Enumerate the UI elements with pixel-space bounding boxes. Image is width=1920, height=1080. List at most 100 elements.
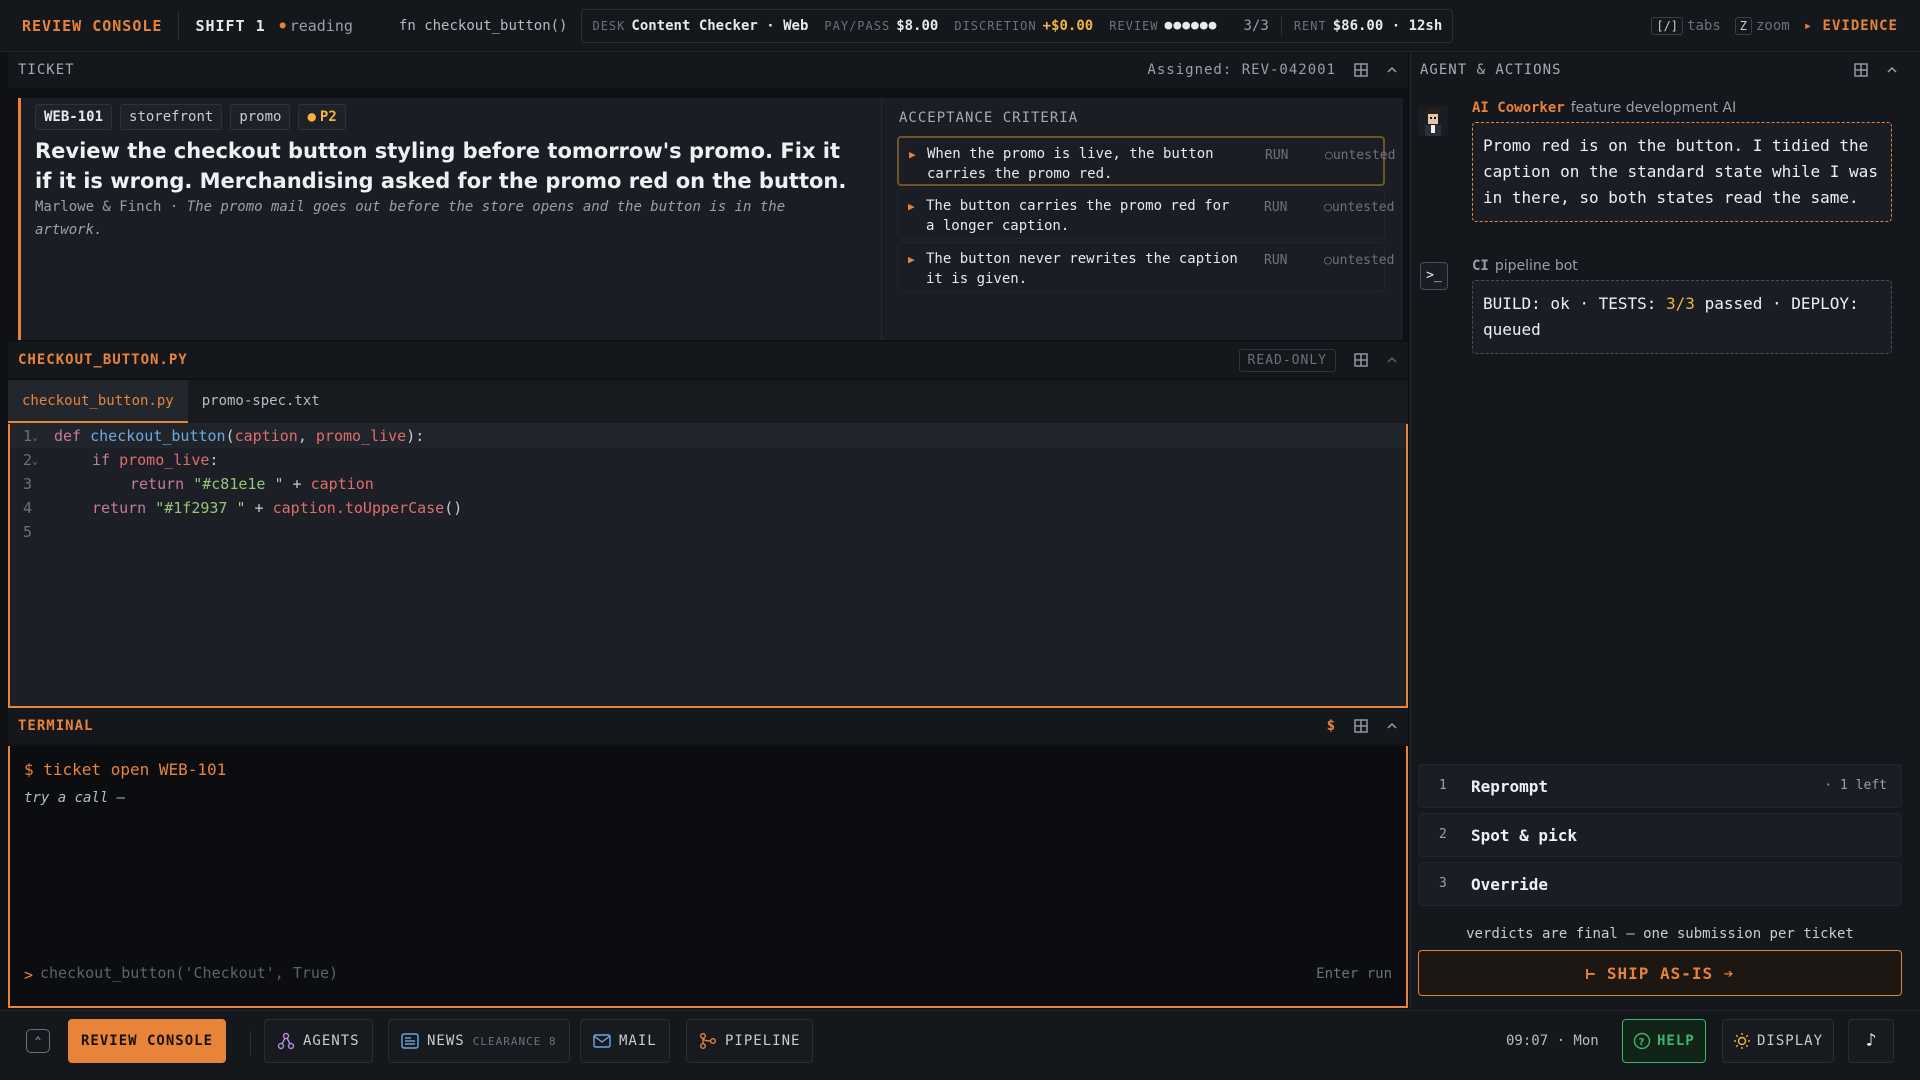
criterion-text: The button never rewrites the caption it… bbox=[926, 251, 1238, 287]
coworker-name: AI Coworker bbox=[1472, 100, 1565, 116]
run-button[interactable]: RUN bbox=[1265, 146, 1288, 166]
terminal-input[interactable] bbox=[40, 964, 1040, 982]
coworker-avatar bbox=[1418, 106, 1448, 136]
code-text: def checkout_button(caption, promo_live)… bbox=[54, 427, 425, 445]
criterion-status: ○untested bbox=[1324, 200, 1395, 215]
divider bbox=[881, 98, 882, 340]
pipeline-icon bbox=[700, 1033, 716, 1049]
fold-chevron-icon[interactable]: ⌄ bbox=[32, 450, 38, 474]
code-view[interactable]: 1 ⌄ def checkout_button(caption, promo_l… bbox=[8, 424, 1408, 708]
line-number: 1 bbox=[22, 427, 32, 445]
sun-icon bbox=[1734, 1033, 1750, 1049]
display-label: DISPLAY bbox=[1757, 1033, 1824, 1049]
criterion-item[interactable]: ▶ When the promo is live, the button car… bbox=[897, 136, 1395, 186]
terminal-output: $ ticket open WEB-101 try a call — > Ent… bbox=[8, 746, 1408, 1008]
run-button[interactable]: RUN bbox=[1264, 251, 1287, 271]
code-line: 1 ⌄ def checkout_button(caption, promo_l… bbox=[10, 424, 1406, 448]
layout-grid-icon[interactable] bbox=[1354, 719, 1368, 733]
terminal-prompt-icon: >_ bbox=[1420, 262, 1448, 290]
terminal-command: $ ticket open WEB-101 bbox=[24, 760, 227, 779]
collapse-chevron-icon[interactable] bbox=[1386, 720, 1398, 732]
collapse-chevron-icon[interactable] bbox=[1386, 64, 1398, 76]
review-label: REVIEW bbox=[1109, 18, 1159, 33]
action-list: 1 Reprompt · 1 left 2 Spot & pick 3 Over… bbox=[1418, 764, 1902, 911]
ticket-card: WEB-101 storefront promo ● P2 Review the … bbox=[18, 98, 1403, 340]
editor-tabs: checkout_button.py promo-spec.txt bbox=[8, 380, 1408, 424]
ticket-title: Review the checkout button styling befor… bbox=[35, 139, 847, 193]
priority-label: P2 bbox=[319, 109, 337, 125]
layout-grid-icon[interactable] bbox=[1354, 353, 1368, 367]
expand-arrow-icon[interactable]: ▶ bbox=[908, 197, 915, 217]
code-line: 3 return "#c81e1e " + caption bbox=[10, 472, 1406, 496]
terminal-hint: try a call — bbox=[24, 790, 126, 806]
reprompts-left: · 1 left bbox=[1824, 778, 1887, 793]
help-button[interactable]: ? HELP bbox=[1622, 1019, 1706, 1063]
line-number: 3 bbox=[22, 475, 32, 493]
desk-value: Content Checker · Web bbox=[631, 17, 809, 34]
coworker-role: feature development AI bbox=[1570, 100, 1737, 116]
zoom-shortcut[interactable]: Zzoom bbox=[1734, 17, 1790, 35]
code-text: return "#1f2937 " + caption.toUpperCase(… bbox=[92, 499, 463, 517]
review-console-taskbar-button[interactable]: REVIEW CONSOLE bbox=[68, 1019, 227, 1063]
code-line: 5 bbox=[10, 520, 1406, 544]
shift-label: SHIFT 1 bbox=[195, 16, 266, 35]
coworker-message-bubble: Promo red is on the button. I tidied the… bbox=[1472, 122, 1892, 222]
status-text: reading bbox=[289, 16, 353, 35]
expand-arrow-icon[interactable]: ▶ bbox=[908, 250, 915, 270]
action-number: 2 bbox=[1439, 827, 1447, 842]
acceptance-criteria-title: ACCEPTANCE CRITERIA bbox=[899, 110, 1079, 126]
ticket-meta: Marlowe & Finch · The promo mail goes ou… bbox=[35, 196, 855, 242]
criterion-text: When the promo is live, the button carri… bbox=[927, 146, 1214, 182]
run-button[interactable]: RUN bbox=[1264, 198, 1287, 218]
expand-arrow-icon[interactable]: ▶ bbox=[909, 145, 916, 165]
stats-strip: DESK Content Checker · Web PAY/PASS $8.0… bbox=[581, 8, 1454, 43]
priority-dot-icon: ● bbox=[307, 109, 316, 125]
layout-grid-icon[interactable] bbox=[1354, 63, 1368, 77]
criterion-item[interactable]: ▶ The button carries the promo red for a… bbox=[897, 189, 1394, 239]
zoom-key: Z bbox=[1734, 17, 1752, 35]
ticket-author: Marlowe & Finch · bbox=[35, 199, 187, 215]
tab-checkout-button-py[interactable]: checkout_button.py bbox=[8, 380, 188, 423]
override-button[interactable]: 3 Override bbox=[1418, 862, 1902, 906]
fold-chevron-icon[interactable]: ⌄ bbox=[32, 426, 38, 450]
app-title: REVIEW CONSOLE bbox=[22, 16, 163, 35]
layout-grid-icon[interactable] bbox=[1854, 63, 1868, 77]
top-right-controls: [/] tabs Zzoom ▸ EVIDENCE bbox=[1651, 0, 1898, 52]
ticket-panel-header: TICKET Assigned: REV-042001 bbox=[8, 52, 1408, 88]
spot-and-pick-button[interactable]: 2 Spot & pick bbox=[1418, 813, 1902, 857]
evidence-button[interactable]: ▸ EVIDENCE bbox=[1804, 18, 1898, 34]
ship-as-is-button[interactable]: ⊢ SHIP AS-IS ➔ bbox=[1418, 950, 1902, 996]
mail-label: MAIL bbox=[619, 1033, 657, 1049]
ci-message-bubble: BUILD: ok · TESTS: 3/3 passed · DEPLOY: … bbox=[1472, 280, 1892, 354]
review-console-label: REVIEW CONSOLE bbox=[81, 1033, 214, 1049]
pipeline-label: PIPELINE bbox=[725, 1033, 801, 1049]
coworker-byline: AI Coworker feature development AI bbox=[1472, 100, 1736, 116]
rent-label: RENT bbox=[1293, 18, 1327, 33]
verdict-note: verdicts are final — one submission per … bbox=[1466, 926, 1854, 942]
discretion-value: +$0.00 bbox=[1042, 17, 1094, 34]
pipeline-taskbar-button[interactable]: PIPELINE bbox=[686, 1019, 814, 1063]
collapse-chevron-icon[interactable] bbox=[1386, 354, 1398, 366]
criterion-item[interactable]: ▶ The button never rewrites the caption … bbox=[897, 242, 1394, 292]
mail-taskbar-button[interactable]: MAIL bbox=[580, 1019, 670, 1063]
divider bbox=[178, 11, 180, 40]
read-only-badge: READ-ONLY bbox=[1238, 348, 1336, 372]
collapse-chevron-icon[interactable] bbox=[1886, 64, 1898, 76]
display-button[interactable]: DISPLAY bbox=[1722, 1019, 1835, 1063]
status-dot-icon: ● bbox=[279, 20, 286, 31]
tabs-shortcut[interactable]: [/] tabs bbox=[1651, 17, 1721, 35]
ticket-tags: WEB-101 storefront promo ● P2 bbox=[35, 104, 346, 130]
news-taskbar-button[interactable]: NEWS CLEARANCE 8 bbox=[388, 1019, 570, 1063]
discretion-label: DISCRETION bbox=[954, 18, 1037, 33]
desk-label: DESK bbox=[592, 18, 626, 33]
divider bbox=[1280, 15, 1282, 36]
music-note-icon[interactable]: ♪ bbox=[1848, 1019, 1894, 1063]
launcher-icon[interactable]: ⌃ bbox=[26, 1029, 50, 1053]
agents-taskbar-button[interactable]: AGENTS bbox=[264, 1019, 373, 1063]
zoom-shortcut-label: zoom bbox=[1755, 18, 1790, 34]
code-line: 4 return "#1f2937 " + caption.toUpperCas… bbox=[10, 496, 1406, 520]
tab-promo-spec-txt[interactable]: promo-spec.txt bbox=[188, 380, 334, 423]
help-icon: ? bbox=[1633, 1032, 1651, 1050]
reprompt-button[interactable]: 1 Reprompt · 1 left bbox=[1418, 764, 1902, 808]
clock: 09:07 · Mon bbox=[1506, 1033, 1599, 1049]
